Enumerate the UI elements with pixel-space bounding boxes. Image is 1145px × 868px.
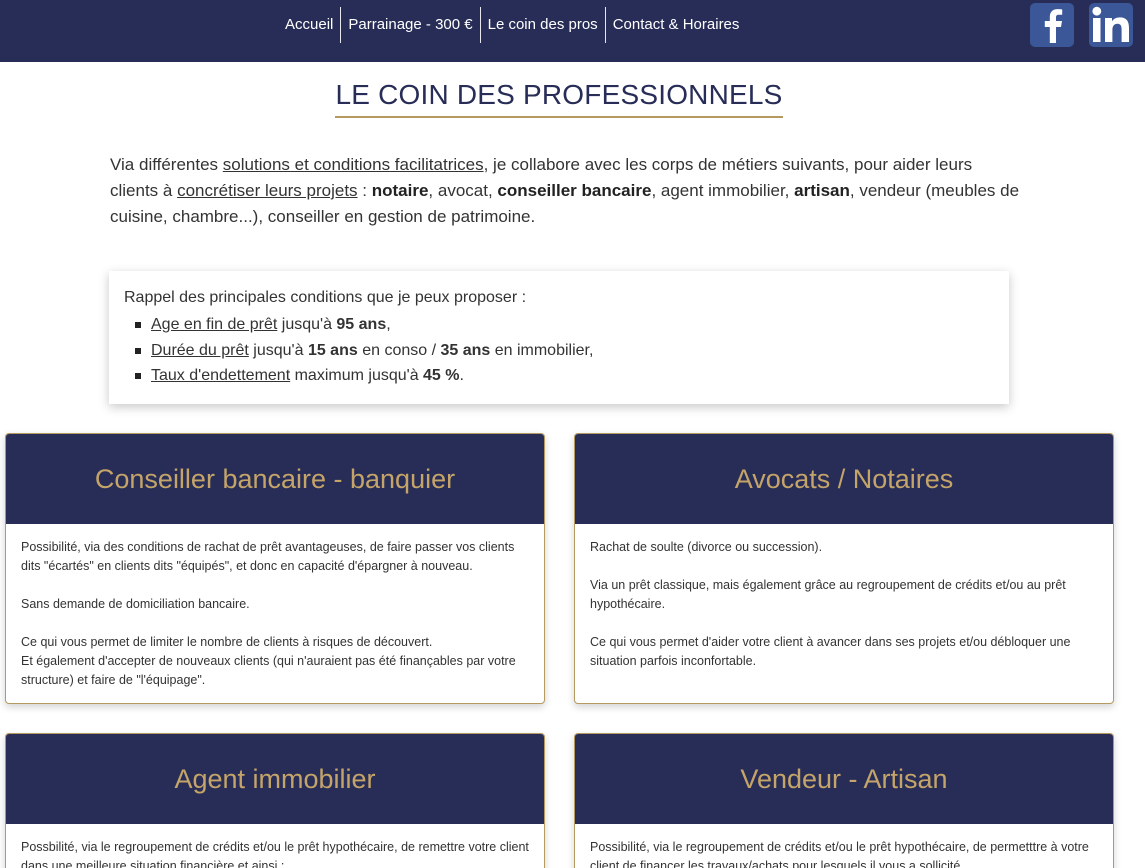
conditions-box: Rappel des principales conditions que je… bbox=[109, 271, 1009, 404]
condition-label: Durée du prêt bbox=[151, 341, 249, 359]
facebook-icon bbox=[1044, 9, 1063, 43]
card-body: Rachat de soulte (divorce ou succession)… bbox=[575, 524, 1113, 685]
card-header: Agent immobilier bbox=[6, 734, 544, 824]
conditions-list: Age en fin de prêt jusqu'à 95 ans, Durée… bbox=[124, 312, 994, 389]
condition-item-age: Age en fin de prêt jusqu'à 95 ans, bbox=[124, 312, 994, 338]
intro-text: : bbox=[357, 181, 372, 200]
page-title: LE COIN DES PROFESSIONNELS bbox=[0, 78, 1118, 118]
intro-text: , agent immobilier, bbox=[651, 181, 795, 200]
intro-bold-notaire: notaire bbox=[371, 181, 429, 200]
card-paragraph: Sans demande de domiciliation bancaire. bbox=[21, 597, 250, 611]
top-navigation-bar: Accueil Parrainage - 300 € Le coin des p… bbox=[0, 0, 1145, 62]
card-title: Conseiller bancaire - banquier bbox=[94, 463, 456, 494]
card-vendeur-artisan: Vendeur - Artisan Possibilité, via le re… bbox=[574, 733, 1114, 868]
intro-text: , avocat, bbox=[428, 181, 498, 200]
condition-label: Age en fin de prêt bbox=[151, 316, 278, 333]
intro-highlight-projets: concrétiser leurs projets bbox=[177, 181, 358, 200]
card-avocats-notaires: Avocats / Notaires Rachat de soulte (div… bbox=[574, 433, 1114, 704]
nav-link-accueil[interactable]: Accueil bbox=[278, 7, 340, 43]
linkedin-link[interactable] bbox=[1089, 3, 1133, 47]
card-header: Avocats / Notaires bbox=[575, 434, 1113, 524]
condition-text: jusqu'à bbox=[248, 341, 308, 359]
condition-item-taux: Taux d'endettement maximum jusqu'à 45 %. bbox=[124, 363, 994, 389]
page-title-text: LE COIN DES PROFESSIONNELS bbox=[335, 78, 783, 118]
intro-paragraph: Via différentes solutions et conditions … bbox=[110, 152, 1020, 230]
intro-bold-conseiller: conseiller bancaire bbox=[497, 181, 652, 200]
card-body: Possibilité, via le regroupement de créd… bbox=[575, 824, 1113, 868]
card-paragraph: Rachat de soulte (divorce ou succession)… bbox=[590, 540, 823, 554]
condition-text: , bbox=[386, 316, 391, 333]
card-header: Vendeur - Artisan bbox=[575, 734, 1113, 824]
card-title: Avocats / Notaires bbox=[734, 463, 954, 494]
main-menu: Accueil Parrainage - 300 € Le coin des p… bbox=[278, 7, 746, 43]
condition-text: maximum jusqu'à bbox=[290, 367, 424, 384]
card-body: Possibilité, via des conditions de racha… bbox=[6, 524, 544, 703]
intro-text: Via différentes bbox=[110, 155, 223, 174]
card-agent-immobilier: Agent immobilier Possbilité, via le regr… bbox=[5, 733, 545, 868]
condition-value: 45 % bbox=[423, 367, 460, 384]
condition-value: 35 ans bbox=[440, 341, 491, 359]
nav-link-parrainage[interactable]: Parrainage - 300 € bbox=[341, 7, 479, 43]
card-paragraph: Possibilité, via des conditions de racha… bbox=[21, 540, 515, 573]
card-paragraph: Possibilité, via le regroupement de créd… bbox=[590, 840, 1089, 868]
condition-item-duree: Durée du prêt jusqu'à 15 ans en conso / … bbox=[124, 338, 994, 364]
facebook-link[interactable] bbox=[1030, 3, 1074, 47]
card-title: Vendeur - Artisan bbox=[740, 763, 948, 794]
card-body: Possbilité, via le regroupement de crédi… bbox=[6, 824, 544, 868]
condition-label: Taux d'endettement bbox=[151, 367, 291, 384]
conditions-lead: Rappel des principales conditions que je… bbox=[124, 289, 527, 306]
condition-text: jusqu'à bbox=[277, 316, 337, 333]
card-line: Ce qui vous permet de limiter le nombre … bbox=[21, 635, 433, 649]
card-header: Conseiller bancaire - banquier bbox=[6, 434, 544, 524]
card-paragraph: Ce qui vous permet d'aider votre client … bbox=[590, 635, 1071, 668]
condition-value: 15 ans bbox=[307, 341, 358, 359]
linkedin-icon bbox=[1092, 6, 1129, 42]
condition-value: 95 ans bbox=[336, 316, 387, 333]
nav-link-coin-des-pros[interactable]: Le coin des pros bbox=[481, 7, 605, 43]
condition-text: en immobilier, bbox=[490, 341, 594, 359]
card-paragraph: Possbilité, via le regroupement de crédi… bbox=[21, 840, 529, 868]
card-paragraph: Via un prêt classique, mais également gr… bbox=[590, 578, 1066, 611]
card-conseiller-bancaire: Conseiller bancaire - banquier Possibili… bbox=[5, 433, 545, 704]
card-paragraph: Ce qui vous permet de limiter le nombre … bbox=[21, 633, 529, 690]
condition-text: en conso / bbox=[357, 341, 441, 359]
intro-highlight-solutions: solutions et conditions facilitatrices bbox=[222, 155, 484, 174]
nav-link-contact-horaires[interactable]: Contact & Horaires bbox=[606, 7, 747, 43]
card-title: Agent immobilier bbox=[174, 763, 376, 794]
card-line: Et également d'accepter de nouveaux clie… bbox=[21, 654, 516, 687]
condition-text: . bbox=[459, 367, 464, 384]
intro-bold-artisan: artisan bbox=[794, 181, 850, 200]
